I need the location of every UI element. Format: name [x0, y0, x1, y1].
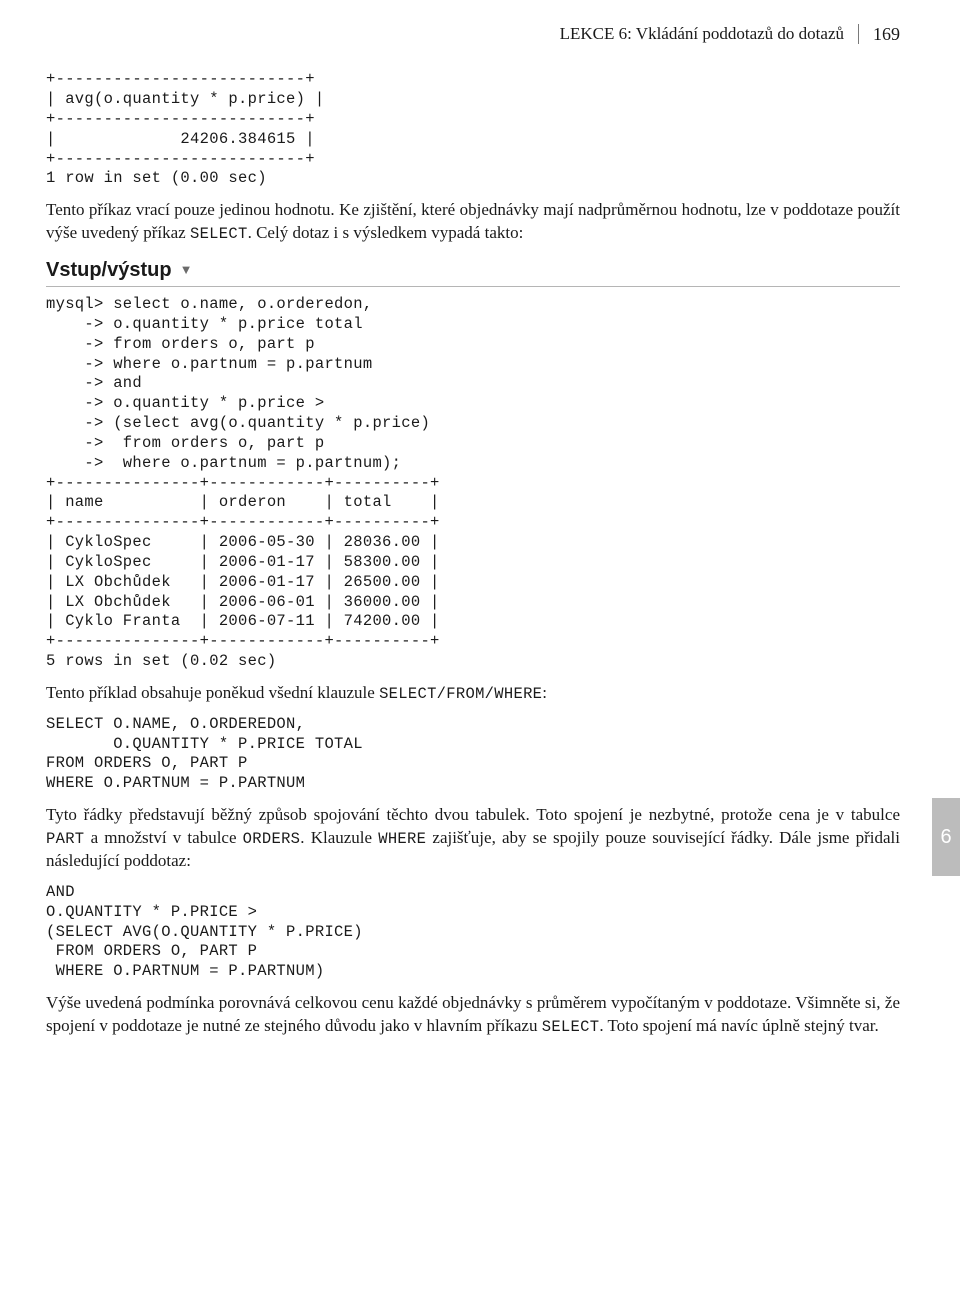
paragraph-2: Tento příklad obsahuje poněkud všední kl… — [46, 682, 900, 705]
inline-code-where: WHERE — [378, 830, 426, 848]
code-block-select-clause: SELECT O.NAME, O.ORDEREDON, O.QUANTITY *… — [46, 715, 900, 794]
paragraph-1-text-b: . Celý dotaz i s výsledkem vypadá takto: — [248, 223, 524, 242]
inline-code-select-1: SELECT — [190, 225, 248, 243]
paragraph-1: Tento příkaz vrací pouze jedinou hodnotu… — [46, 199, 900, 245]
triangle-down-icon: ▼ — [180, 261, 193, 279]
paragraph-3-text-a: Tyto řádky představují běžný způsob spoj… — [46, 805, 900, 824]
page-number: 169 — [859, 22, 900, 46]
section-heading-label: Vstup/výstup — [46, 255, 178, 286]
running-head: LEKCE 6: Vkládání poddotazů do dotazů 16… — [46, 22, 900, 46]
paragraph-3: Tyto řádky představují běžný způsob spoj… — [46, 804, 900, 873]
paragraph-3-text-b: a množství v tabulce — [84, 828, 242, 847]
inline-code-orders: ORDERS — [243, 830, 301, 848]
chapter-side-tab-number: 6 — [940, 824, 951, 851]
paragraph-4: Výše uvedená podmínka porovnává celkovou… — [46, 992, 900, 1038]
page: LEKCE 6: Vkládání poddotazů do dotazů 16… — [0, 0, 960, 1290]
paragraph-3-text-c: . Klauzule — [300, 828, 378, 847]
section-heading-vstup-vystup: Vstup/výstup ▼ — [46, 255, 900, 287]
code-block-query-and-result: mysql> select o.name, o.orderedon, -> o.… — [46, 295, 900, 672]
paragraph-4-text-b: . Toto spojení má navíc úplně stejný tva… — [599, 1016, 878, 1035]
inline-code-select-2: SELECT — [542, 1018, 600, 1036]
inline-code-part: PART — [46, 830, 84, 848]
chapter-side-tab: 6 — [932, 798, 960, 876]
code-block-subquery: AND O.QUANTITY * P.PRICE > (SELECT AVG(O… — [46, 883, 900, 982]
running-head-title: LEKCE 6: Vkládání poddotazů do dotazů — [560, 24, 859, 44]
code-block-avg-result: +--------------------------+ | avg(o.qua… — [46, 70, 900, 189]
paragraph-2-text-b: : — [542, 683, 547, 702]
inline-code-select-from-where: SELECT/FROM/WHERE — [379, 685, 542, 703]
paragraph-2-text-a: Tento příklad obsahuje poněkud všední kl… — [46, 683, 379, 702]
